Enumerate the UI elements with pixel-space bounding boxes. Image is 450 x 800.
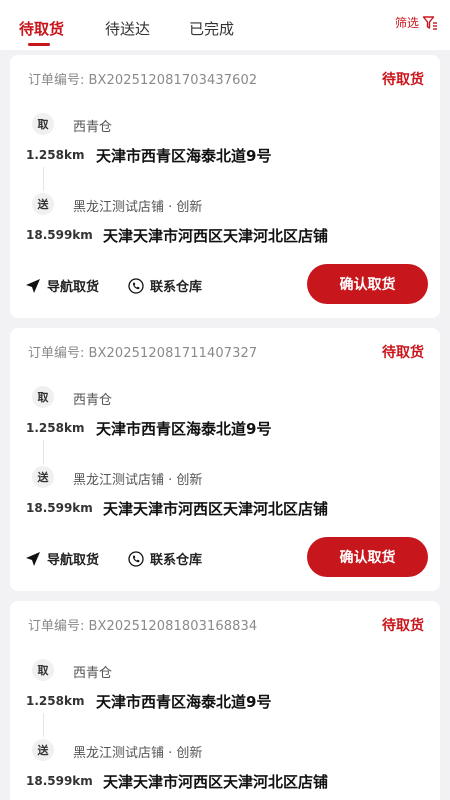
contact-warehouse-button[interactable]: 联系仓库 <box>128 549 202 568</box>
pickup-distance: 1.258km <box>26 421 85 435</box>
phone-icon <box>128 277 144 294</box>
pickup-address: 天津市西青区海泰北道9号 <box>96 693 272 711</box>
delivery-name: 黑龙江测试店铺 · 创新 <box>73 746 203 761</box>
delivery-badge: 送 <box>32 193 54 215</box>
confirm-pickup-button[interactable]: 确认取货 <box>307 264 428 304</box>
pickup-distance: 1.258km <box>26 694 85 708</box>
route-connector <box>43 440 44 464</box>
delivery-distance: 18.599km <box>26 228 93 242</box>
tab-completed[interactable]: 已完成 <box>189 18 234 39</box>
order-number: BX202512081703437602 <box>88 73 258 88</box>
delivery-name: 黑龙江测试店铺 · 创新 <box>73 200 203 215</box>
order-header: 订单编号: BX202512081803168834 待取货 <box>28 615 424 634</box>
order-header: 订单编号: BX202512081711407327 待取货 <box>28 342 424 361</box>
order-number: BX202512081711407327 <box>88 346 258 361</box>
delivery-address: 天津天津市河西区天津河北区店铺 <box>103 227 329 245</box>
filter-label: 筛选 <box>394 16 419 30</box>
navigate-pickup-label: 导航取货 <box>47 280 100 295</box>
contact-warehouse-label: 联系仓库 <box>150 280 203 295</box>
contact-warehouse-button[interactable]: 联系仓库 <box>128 276 202 295</box>
pickup-name: 西青仓 <box>73 666 113 681</box>
filter-icon <box>422 15 437 30</box>
route-connector <box>43 167 44 191</box>
delivery-badge: 送 <box>32 739 54 761</box>
delivery-address: 天津天津市河西区天津河北区店铺 <box>103 773 329 791</box>
navigation-arrow-icon <box>26 551 40 566</box>
pickup-distance: 1.258km <box>26 148 85 162</box>
order-status: 待取货 <box>382 618 424 634</box>
delivery-distance: 18.599km <box>26 774 93 788</box>
delivery-name: 黑龙江测试店铺 · 创新 <box>73 473 203 488</box>
order-status: 待取货 <box>382 345 424 361</box>
navigate-pickup-button[interactable]: 导航取货 <box>25 276 99 295</box>
top-tab-bar: 待取货 待送达 已完成 筛选 <box>0 0 450 50</box>
order-number-label: 订单编号: <box>28 619 85 634</box>
order-card[interactable]: 订单编号: BX202512081803168834 待取货 取 西青仓 1.2… <box>10 601 440 800</box>
navigation-arrow-icon <box>26 278 40 293</box>
pickup-address: 天津市西青区海泰北道9号 <box>96 147 272 165</box>
delivery-distance: 18.599km <box>26 501 93 515</box>
filter-button[interactable]: 筛选 <box>395 14 438 31</box>
active-tab-indicator <box>28 43 50 46</box>
pickup-badge: 取 <box>32 386 54 408</box>
tab-pending-pickup[interactable]: 待取货 <box>19 18 64 39</box>
confirm-pickup-button[interactable]: 确认取货 <box>307 537 428 577</box>
order-number-label: 订单编号: <box>28 73 85 88</box>
pickup-badge: 取 <box>32 113 54 135</box>
pickup-name: 西青仓 <box>73 393 113 408</box>
contact-warehouse-label: 联系仓库 <box>150 553 203 568</box>
pickup-name: 西青仓 <box>73 120 113 135</box>
order-header: 订单编号: BX202512081703437602 待取货 <box>28 69 424 88</box>
navigate-pickup-label: 导航取货 <box>47 553 100 568</box>
route-connector <box>43 713 44 737</box>
delivery-address: 天津天津市河西区天津河北区店铺 <box>103 500 329 518</box>
pickup-address: 天津市西青区海泰北道9号 <box>96 420 272 438</box>
order-card[interactable]: 订单编号: BX202512081711407327 待取货 取 西青仓 1.2… <box>10 328 440 591</box>
delivery-badge: 送 <box>32 466 54 488</box>
order-number-label: 订单编号: <box>28 346 85 361</box>
pickup-badge: 取 <box>32 659 54 681</box>
tab-pending-delivery[interactable]: 待送达 <box>105 18 150 39</box>
navigate-pickup-button[interactable]: 导航取货 <box>25 549 99 568</box>
order-status: 待取货 <box>382 72 424 88</box>
phone-icon <box>128 550 144 567</box>
order-card[interactable]: 订单编号: BX202512081703437602 待取货 取 西青仓 1.2… <box>10 55 440 318</box>
order-number: BX202512081803168834 <box>88 619 258 634</box>
